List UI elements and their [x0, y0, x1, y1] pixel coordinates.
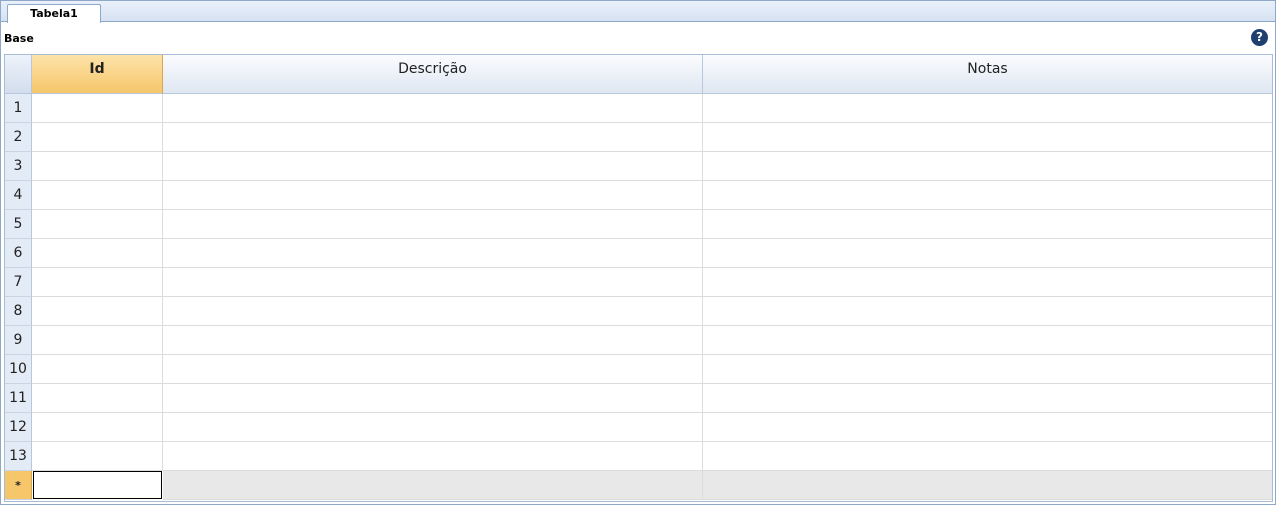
- table-row[interactable]: 7: [5, 268, 1272, 297]
- cell-descricao[interactable]: [163, 94, 703, 123]
- row-header[interactable]: 13: [5, 442, 32, 471]
- table-row[interactable]: 10: [5, 355, 1272, 384]
- table-row[interactable]: 5: [5, 210, 1272, 239]
- cell-notas[interactable]: [703, 239, 1272, 268]
- row-header[interactable]: 8: [5, 297, 32, 326]
- table-row[interactable]: 4: [5, 181, 1272, 210]
- column-header-id[interactable]: Id: [32, 55, 163, 94]
- cell-id[interactable]: [32, 442, 163, 471]
- cell-notas[interactable]: [703, 326, 1272, 355]
- cell-notas[interactable]: [703, 123, 1272, 152]
- cell-notas[interactable]: [703, 152, 1272, 181]
- cell-descricao[interactable]: [163, 239, 703, 268]
- cell-notas[interactable]: [703, 384, 1272, 413]
- cell-descricao[interactable]: [163, 210, 703, 239]
- cell-notas[interactable]: [703, 94, 1272, 123]
- row-header[interactable]: 7: [5, 268, 32, 297]
- cell-id[interactable]: [32, 413, 163, 442]
- cell-descricao[interactable]: [163, 326, 703, 355]
- tab-strip: Tabela1: [1, 1, 1275, 23]
- column-header-descricao[interactable]: Descrição: [163, 55, 703, 94]
- cell-notas[interactable]: [703, 442, 1272, 471]
- column-header-notas[interactable]: Notas: [703, 55, 1272, 94]
- cell-descricao[interactable]: [163, 384, 703, 413]
- select-all-corner[interactable]: [5, 55, 32, 94]
- cell-id[interactable]: [32, 239, 163, 268]
- cell-id[interactable]: [32, 152, 163, 181]
- cell-notas[interactable]: [703, 355, 1272, 384]
- cell-descricao[interactable]: [163, 413, 703, 442]
- cell-id[interactable]: [32, 297, 163, 326]
- cell-descricao[interactable]: [163, 181, 703, 210]
- table-row[interactable]: 1: [5, 94, 1272, 123]
- cell-id[interactable]: [32, 355, 163, 384]
- new-descricao-cell[interactable]: [163, 471, 703, 500]
- row-header[interactable]: 11: [5, 384, 32, 413]
- tab-tabela1[interactable]: Tabela1: [7, 4, 101, 23]
- cell-descricao[interactable]: [163, 297, 703, 326]
- row-header[interactable]: 6: [5, 239, 32, 268]
- new-record-marker[interactable]: *: [5, 471, 32, 500]
- cell-id[interactable]: [32, 181, 163, 210]
- cell-notas[interactable]: [703, 413, 1272, 442]
- row-header[interactable]: 1: [5, 94, 32, 123]
- row-header[interactable]: 2: [5, 123, 32, 152]
- cell-descricao[interactable]: [163, 268, 703, 297]
- cell-id[interactable]: [32, 384, 163, 413]
- cell-descricao[interactable]: [163, 355, 703, 384]
- row-header[interactable]: 4: [5, 181, 32, 210]
- table-row[interactable]: 12: [5, 413, 1272, 442]
- cell-notas[interactable]: [703, 210, 1272, 239]
- new-record-row[interactable]: *: [5, 471, 1272, 500]
- table-row[interactable]: 6: [5, 239, 1272, 268]
- table-row[interactable]: 3: [5, 152, 1272, 181]
- table-row[interactable]: 2: [5, 123, 1272, 152]
- table-row[interactable]: 9: [5, 326, 1272, 355]
- new-id-input[interactable]: [33, 471, 162, 499]
- table-row[interactable]: 13: [5, 442, 1272, 471]
- cell-id[interactable]: [32, 326, 163, 355]
- new-notas-cell[interactable]: [703, 471, 1272, 500]
- cell-notas[interactable]: [703, 297, 1272, 326]
- cell-id[interactable]: [32, 123, 163, 152]
- form-title: Base: [4, 32, 34, 45]
- cell-notas[interactable]: [703, 181, 1272, 210]
- datasheet-grid: Id Descrição Notas 1 2 3 4 5 6 7 8 9 10 11 12 13 *: [4, 54, 1273, 502]
- row-header[interactable]: 3: [5, 152, 32, 181]
- row-header[interactable]: 12: [5, 413, 32, 442]
- row-header[interactable]: 9: [5, 326, 32, 355]
- cell-descricao[interactable]: [163, 442, 703, 471]
- cell-descricao[interactable]: [163, 152, 703, 181]
- cell-id[interactable]: [32, 94, 163, 123]
- help-icon[interactable]: ?: [1251, 29, 1268, 46]
- table-window: Tabela1 Base ? Id Descrição Notas 123456…: [0, 0, 1276, 505]
- cell-id[interactable]: [32, 268, 163, 297]
- row-header[interactable]: 10: [5, 355, 32, 384]
- cell-notas[interactable]: [703, 268, 1272, 297]
- cell-descricao[interactable]: [163, 123, 703, 152]
- table-row[interactable]: 8: [5, 297, 1272, 326]
- cell-id[interactable]: [32, 210, 163, 239]
- row-header[interactable]: 5: [5, 210, 32, 239]
- table-row[interactable]: 11: [5, 384, 1272, 413]
